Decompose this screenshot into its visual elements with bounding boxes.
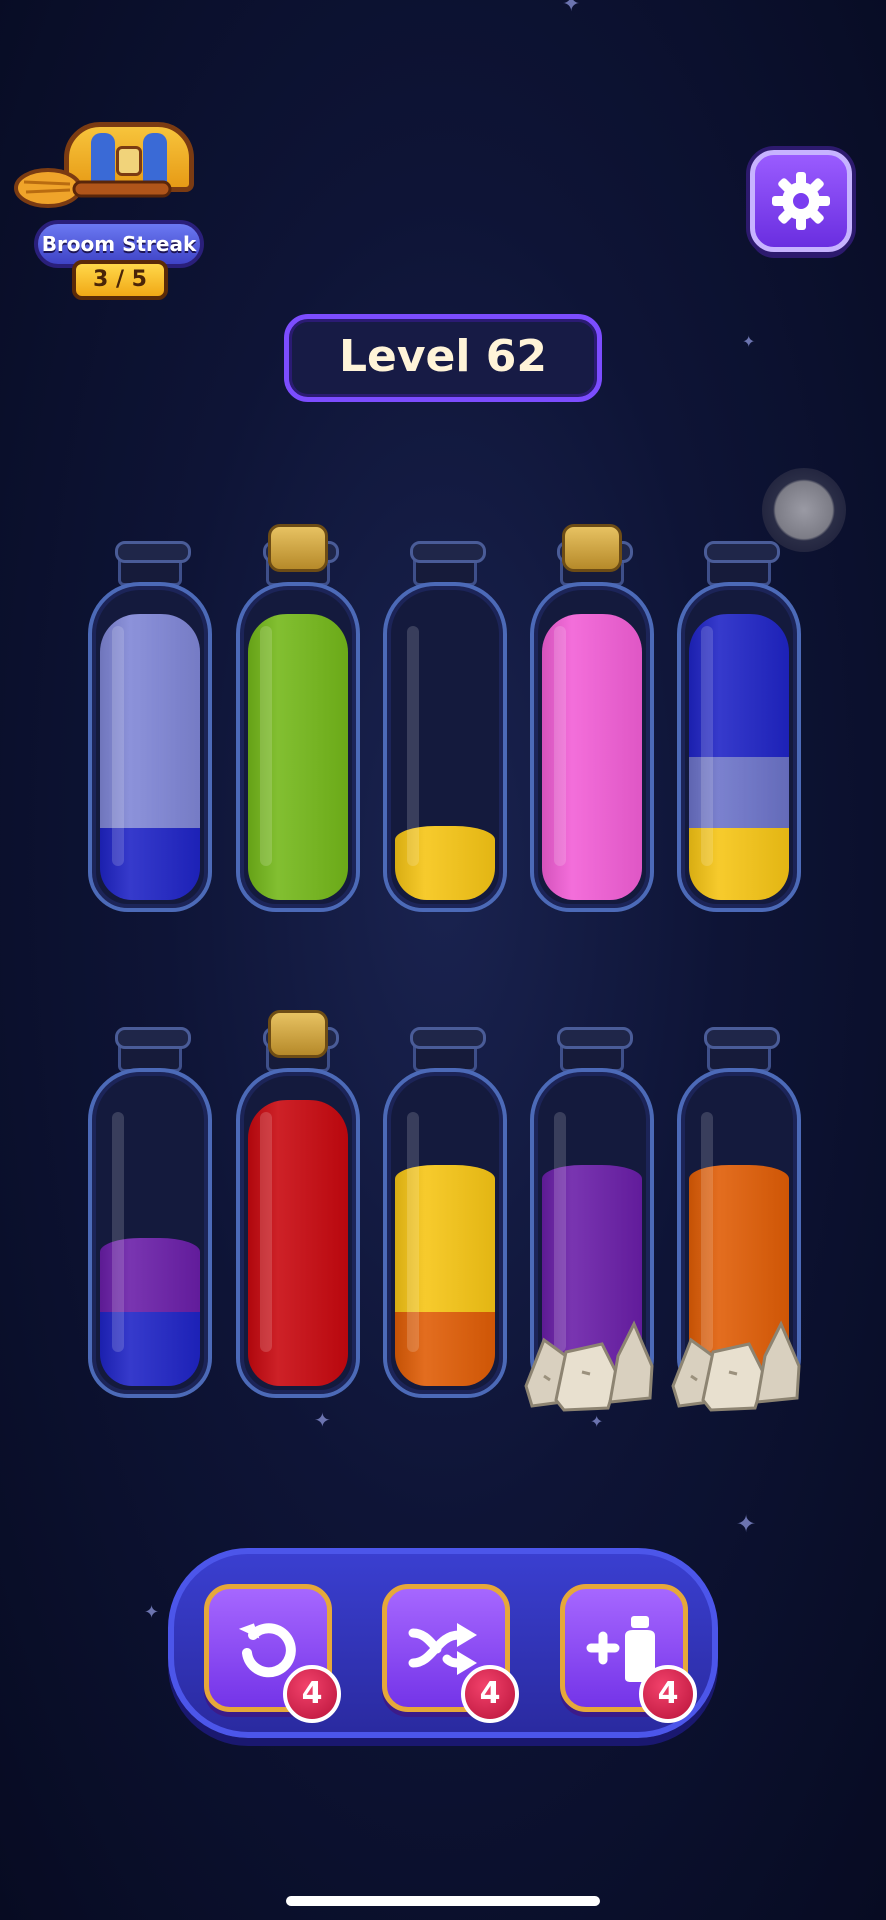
star-icon: ✦ — [562, 0, 581, 17]
bottle-neck — [557, 1027, 633, 1072]
star-icon: ✦ — [742, 332, 756, 351]
bottle-neck — [704, 1027, 780, 1072]
star-icon: ✦ — [736, 1510, 757, 1538]
cork-icon — [268, 524, 328, 572]
undo-button[interactable]: 4 — [204, 1584, 341, 1723]
bottle-1[interactable] — [88, 541, 212, 914]
bottle-glass — [88, 582, 212, 912]
rock-obstacle-icon — [524, 1320, 654, 1412]
star-icon: ✦ — [590, 1412, 604, 1431]
bottle-glass — [530, 582, 654, 912]
glass-shine — [112, 626, 124, 866]
star-icon: ✦ — [144, 1602, 160, 1623]
home-indicator[interactable] — [286, 1896, 600, 1906]
broom-streak-widget[interactable]: Broom Streak 3 / 5 — [14, 118, 214, 308]
glass-shine — [112, 1112, 124, 1352]
add-bottle-button[interactable]: 4 — [560, 1584, 697, 1723]
add-bottle-count-badge: 4 — [639, 1665, 697, 1723]
bottle-7[interactable] — [236, 1010, 360, 1400]
bottle-10[interactable] — [671, 1027, 801, 1412]
bottle-neck — [410, 1027, 486, 1072]
bottle-8[interactable] — [383, 1027, 507, 1400]
level-title: Level 62 — [284, 314, 602, 402]
streak-count: 3 / 5 — [72, 260, 168, 300]
broom-icon — [14, 168, 172, 208]
tool-tray: 4 4 4 — [168, 1548, 718, 1738]
cork-icon — [562, 524, 622, 572]
bottle-9[interactable] — [524, 1027, 654, 1412]
bottle-neck — [410, 541, 486, 586]
cork-icon — [268, 1010, 328, 1058]
shuffle-button[interactable]: 4 — [382, 1584, 519, 1723]
shuffle-count-badge: 4 — [461, 1665, 519, 1723]
bottle-glass — [236, 582, 360, 912]
bottle-2[interactable] — [236, 524, 360, 914]
bottle-glass — [236, 1068, 360, 1398]
bottle-neck — [115, 1027, 191, 1072]
bottle-neck — [115, 541, 191, 586]
glass-shine — [701, 626, 713, 866]
bottle-glass — [88, 1068, 212, 1398]
glass-shine — [260, 626, 272, 866]
bottle-glass — [383, 1068, 507, 1398]
settings-button[interactable] — [750, 150, 852, 252]
glass-shine — [554, 626, 566, 866]
glass-shine — [407, 626, 419, 866]
glass-shine — [260, 1112, 272, 1352]
bottle-neck — [704, 541, 780, 586]
bottle-6[interactable] — [88, 1027, 212, 1400]
rock-obstacle-icon — [671, 1320, 801, 1412]
assistive-touch-button[interactable] — [762, 468, 846, 552]
bottle-glass — [383, 582, 507, 912]
glass-shine — [407, 1112, 419, 1352]
bottle-3[interactable] — [383, 541, 507, 914]
bottle-4[interactable] — [530, 524, 654, 914]
bottle-5[interactable] — [677, 541, 801, 914]
bottle-glass — [677, 582, 801, 912]
undo-count-badge: 4 — [283, 1665, 341, 1723]
gear-icon — [772, 172, 830, 230]
star-icon: ✦ — [314, 1408, 331, 1432]
